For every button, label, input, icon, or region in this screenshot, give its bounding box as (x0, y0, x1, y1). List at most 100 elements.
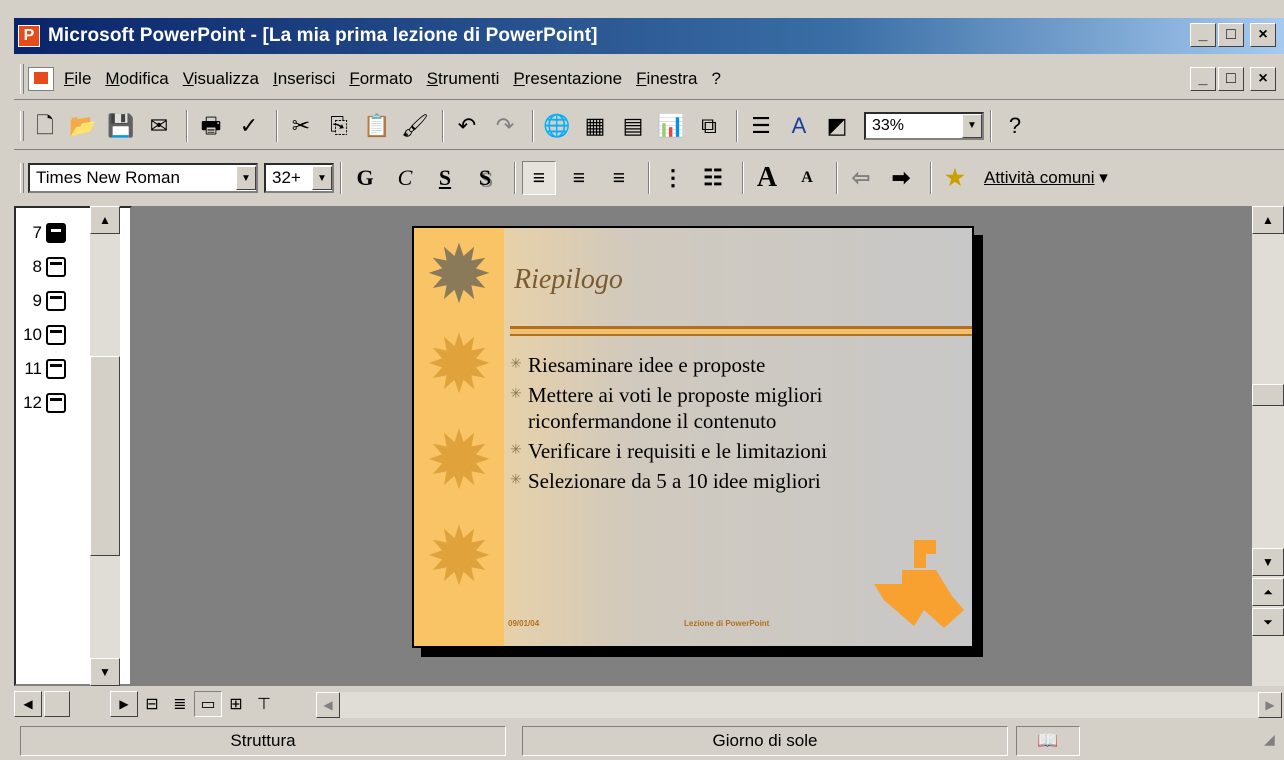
scroll-down-button[interactable]: ▼ (90, 658, 120, 686)
scroll-left-button[interactable]: ◀ (14, 691, 42, 717)
menu-strumenti[interactable]: Strumenti (427, 69, 500, 89)
close-button[interactable]: × (1250, 23, 1276, 47)
bullets-icon[interactable]: ☷ (696, 161, 730, 195)
align-center-icon[interactable]: ≡ (562, 161, 596, 195)
scroll-thumb[interactable] (90, 356, 120, 556)
insert-table-icon[interactable]: ▤ (616, 109, 650, 143)
print-icon[interactable]: 🖶 (194, 109, 228, 143)
next-slide-button[interactable]: ⏷ (1252, 608, 1284, 636)
slide-horizontal-scrollbar[interactable]: ◀ ▶ (316, 692, 1282, 718)
maximize-button[interactable]: □ (1218, 23, 1244, 47)
menu-inserisci[interactable]: Inserisci (273, 69, 335, 89)
format-painter-icon[interactable]: 🖌 (398, 109, 432, 143)
zoom-select[interactable]: 33% ▼ (864, 111, 984, 140)
doc-restore-button[interactable]: □ (1218, 67, 1244, 91)
doc-close-button[interactable]: × (1250, 67, 1276, 91)
tables-borders-icon[interactable]: ▦ (578, 109, 612, 143)
undo-icon[interactable]: ↶ (450, 109, 484, 143)
insert-chart-icon[interactable]: 📊 (654, 109, 688, 143)
slide-show-icon[interactable]: ⊤ (250, 691, 278, 717)
resize-grip-icon[interactable]: ◢ (1264, 731, 1284, 751)
slide-title[interactable]: Riepilogo (514, 264, 623, 296)
slide-icon[interactable] (46, 359, 66, 379)
menu-presentazione[interactable]: Presentazione (513, 69, 622, 89)
slide-view-icon[interactable]: ▭ (194, 691, 222, 717)
email-icon[interactable]: ✉ (142, 109, 176, 143)
cut-icon[interactable]: ✂ (284, 109, 318, 143)
menu-grip[interactable] (20, 63, 24, 94)
scroll-thumb[interactable] (1252, 384, 1284, 406)
copy-icon[interactable]: ⎘ (322, 109, 356, 143)
powerpoint-app-icon[interactable]: P (18, 25, 40, 47)
slide-sorter-view-icon[interactable]: ⊞ (222, 691, 250, 717)
minimize-button[interactable]: _ (1190, 23, 1216, 47)
italic-button[interactable]: C (388, 161, 422, 195)
new-icon[interactable]: 🗋 (28, 109, 62, 143)
scroll-right-button[interactable]: ▶ (1258, 692, 1282, 718)
grayscale-icon[interactable]: ◩ (820, 109, 854, 143)
outline-view-icon[interactable]: ≣ (166, 691, 194, 717)
toolbar-grip[interactable] (20, 163, 24, 193)
hyperlink-icon[interactable]: 🌐 (540, 109, 574, 143)
outline-vertical-scrollbar[interactable]: ▲ ▼ (90, 206, 120, 686)
slide-icon[interactable] (46, 325, 66, 345)
menu-formato[interactable]: Formato (349, 69, 412, 89)
outline-hscroll-thumb[interactable] (44, 691, 70, 717)
slide-icon[interactable] (46, 257, 66, 277)
paste-icon[interactable]: 📋 (360, 109, 394, 143)
outline-slide-12[interactable]: 12 (20, 386, 66, 420)
chevron-down-icon[interactable]: ▼ (236, 166, 256, 190)
outline-slide-10[interactable]: 10 (20, 318, 66, 352)
scroll-up-button[interactable]: ▲ (1252, 206, 1284, 234)
outline-slide-9[interactable]: 9 (20, 284, 66, 318)
menu-file[interactable]: File (64, 69, 91, 89)
chevron-down-icon[interactable]: ▼ (962, 113, 982, 138)
outline-slide-7[interactable]: 7 (20, 216, 66, 250)
shadow-button[interactable]: S (468, 161, 502, 195)
menu-modifica[interactable]: Modifica (105, 69, 168, 89)
normal-view-icon[interactable]: ⊟ (138, 691, 166, 717)
numbering-icon[interactable]: ⋮ (656, 161, 690, 195)
font-select[interactable]: Times New Roman ▼ (28, 163, 258, 193)
slide-icon[interactable] (46, 291, 66, 311)
scroll-up-button[interactable]: ▲ (90, 206, 120, 234)
slide-icon[interactable] (46, 393, 66, 413)
new-slide-icon[interactable]: ⧉ (692, 109, 726, 143)
demote-icon[interactable]: ➡ (884, 161, 918, 195)
spelling-icon[interactable]: ✓ (232, 109, 266, 143)
common-tasks-menu[interactable]: Attività comuni ▾ (984, 168, 1108, 188)
spelling-status-icon[interactable]: 📖 (1016, 726, 1080, 756)
redo-icon[interactable]: ↷ (488, 109, 522, 143)
show-formatting-icon[interactable]: A (782, 109, 816, 143)
scroll-right-button[interactable]: ▶ (110, 691, 138, 717)
menu-visualizza[interactable]: Visualizza (183, 69, 259, 89)
save-icon[interactable]: 💾 (104, 109, 138, 143)
help-icon[interactable]: ? (998, 109, 1032, 143)
common-tasks-icon[interactable]: ★ (938, 161, 972, 195)
doc-minimize-button[interactable]: _ (1190, 67, 1216, 91)
document-icon[interactable] (28, 66, 54, 91)
underline-button[interactable]: S (428, 161, 462, 195)
slide-vertical-scrollbar[interactable]: ▲ ▼ ⏶ ⏷ (1252, 206, 1284, 686)
expand-all-icon[interactable]: ☰ (744, 109, 778, 143)
slide-icon[interactable] (46, 223, 66, 243)
slide-canvas[interactable]: ✹ ✹ ✹ ✹ Riepilogo ✳ Riesaminare idee e p… (412, 226, 974, 648)
promote-icon[interactable]: ⇦ (844, 161, 878, 195)
slide-body[interactable]: ✳ Riesaminare idee e proposte ✳ Mettere … (510, 352, 918, 498)
bold-button[interactable]: G (348, 161, 382, 195)
decrease-font-icon[interactable]: A (790, 161, 824, 195)
align-right-icon[interactable]: ≡ (602, 161, 636, 195)
align-left-icon[interactable]: ≡ (522, 161, 556, 195)
outline-slide-11[interactable]: 11 (20, 352, 66, 386)
font-size-select[interactable]: 32+ ▼ (264, 163, 334, 193)
open-icon[interactable]: 📂 (66, 109, 100, 143)
scroll-left-button[interactable]: ◀ (316, 692, 340, 718)
previous-slide-button[interactable]: ⏶ (1252, 578, 1284, 606)
menu-finestra[interactable]: Finestra (636, 69, 697, 89)
toolbar-grip[interactable] (20, 110, 24, 141)
outline-slide-8[interactable]: 8 (20, 250, 66, 284)
increase-font-icon[interactable]: A (750, 161, 784, 195)
scroll-down-button[interactable]: ▼ (1252, 548, 1284, 576)
menu-help[interactable]: ? (712, 69, 721, 89)
chevron-down-icon[interactable]: ▼ (312, 166, 332, 190)
